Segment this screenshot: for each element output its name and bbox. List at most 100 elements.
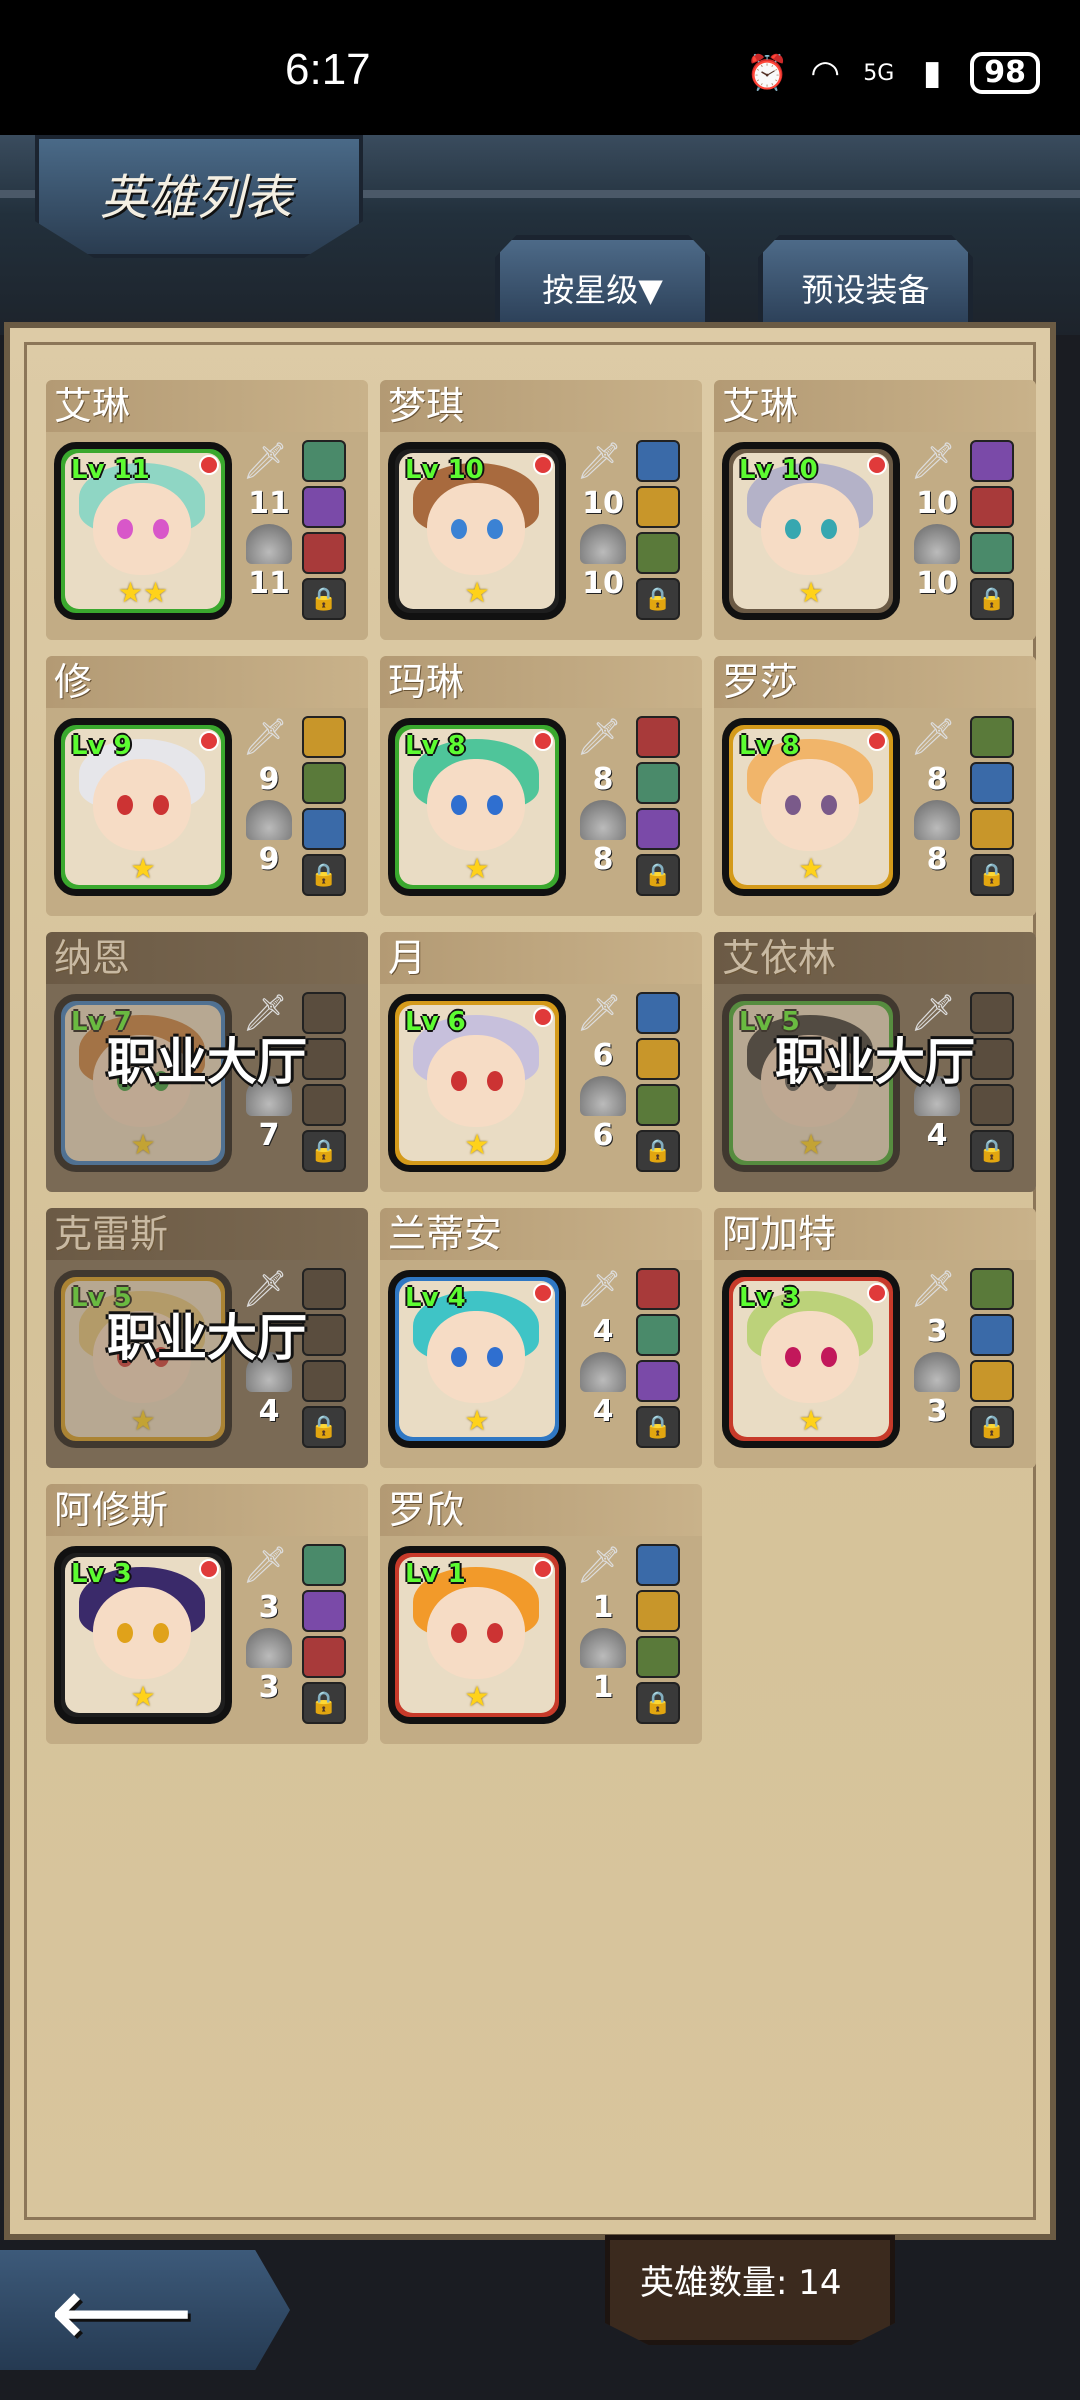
equipment-slot[interactable]: [636, 1314, 680, 1356]
hero-card[interactable]: 梦琪 Lv 10 ★ 🗡 10 10: [380, 380, 702, 640]
lock-icon[interactable]: [302, 1130, 346, 1172]
equipment-slot[interactable]: [636, 1636, 680, 1678]
hero-card[interactable]: 阿修斯 Lv 3 ★ 🗡 3 3: [46, 1484, 368, 1744]
equipment-slot[interactable]: [970, 1268, 1014, 1310]
hero-card[interactable]: 兰蒂安 Lv 4 ★ 🗡 4 4: [380, 1208, 702, 1468]
hero-name: 阿加特: [714, 1208, 1036, 1260]
equipment-slot[interactable]: [970, 716, 1014, 758]
hero-stats: 🗡 4 4: [576, 1268, 630, 1432]
equipment-slot[interactable]: [302, 1590, 346, 1632]
equipment-slot[interactable]: [302, 762, 346, 804]
equipment-slot[interactable]: [302, 440, 346, 482]
helmet-icon: [246, 800, 292, 840]
equipment-slot[interactable]: [636, 1038, 680, 1080]
hero-portrait[interactable]: Lv 10 ★: [388, 442, 566, 620]
equipment-slot[interactable]: [636, 992, 680, 1034]
hero-portrait[interactable]: Lv 4 ★: [388, 1270, 566, 1448]
equipment-slot[interactable]: [636, 1544, 680, 1586]
equipment-slot[interactable]: [970, 1314, 1014, 1356]
lock-icon[interactable]: [636, 1130, 680, 1172]
equipment-slot[interactable]: [636, 440, 680, 482]
equipment-slot[interactable]: [302, 1544, 346, 1586]
hero-eye: [785, 1347, 801, 1367]
hero-portrait[interactable]: Lv 8 ★: [388, 718, 566, 896]
hero-portrait[interactable]: Lv 11 ★★: [54, 442, 232, 620]
back-arrow-icon[interactable]: ⟵: [50, 2262, 193, 2362]
equipment-slots: [970, 440, 1016, 624]
hero-face: [427, 1311, 525, 1403]
hero-portrait[interactable]: Lv 3 ★: [54, 1546, 232, 1724]
hero-card[interactable]: 艾依林Lv 5★🗡4职业大厅: [714, 932, 1036, 1192]
hero-portrait[interactable]: Lv 10 ★: [722, 442, 900, 620]
lock-icon[interactable]: [970, 1406, 1014, 1448]
hero-card[interactable]: 罗莎 Lv 8 ★ 🗡 8 8: [714, 656, 1036, 916]
hero-card[interactable]: 罗欣 Lv 1 ★ 🗡 1 1: [380, 1484, 702, 1744]
equipment-slot[interactable]: [302, 716, 346, 758]
tab-sort-by-star[interactable]: 按星级▼: [495, 235, 710, 325]
hero-eye: [153, 795, 169, 815]
hero-portrait[interactable]: Lv 9 ★: [54, 718, 232, 896]
hero-stars: ★: [464, 576, 490, 609]
equipment-slots: [970, 716, 1016, 900]
equipment-slot[interactable]: [970, 808, 1014, 850]
hero-portrait[interactable]: Lv 6 ★: [388, 994, 566, 1172]
lock-icon[interactable]: [636, 1682, 680, 1724]
equipment-slot[interactable]: [970, 762, 1014, 804]
equipment-slot[interactable]: [970, 1360, 1014, 1402]
hero-portrait[interactable]: Lv 3 ★: [722, 1270, 900, 1448]
lock-icon[interactable]: [302, 578, 346, 620]
equipment-slot[interactable]: [636, 1590, 680, 1632]
equipment-slot[interactable]: [636, 808, 680, 850]
equipment-slot[interactable]: [970, 532, 1014, 574]
hero-card[interactable]: 纳恩Lv 7★🗡7职业大厅: [46, 932, 368, 1192]
equipment-slot[interactable]: [970, 486, 1014, 528]
tab-preset-equipment[interactable]: 预设装备: [758, 235, 973, 325]
lock-icon[interactable]: [302, 1406, 346, 1448]
hero-portrait[interactable]: Lv 8 ★: [722, 718, 900, 896]
equipment-slot[interactable]: [636, 716, 680, 758]
equipment-slot[interactable]: [636, 486, 680, 528]
hero-attack: 4: [592, 1314, 614, 1349]
equipment-slot[interactable]: [636, 1084, 680, 1126]
equipment-slot[interactable]: [636, 1268, 680, 1310]
hero-defense: 9: [258, 842, 280, 877]
notification-dot: [199, 455, 219, 475]
hero-card[interactable]: 玛琳 Lv 8 ★ 🗡 8 8: [380, 656, 702, 916]
equipment-slot[interactable]: [302, 808, 346, 850]
lock-icon[interactable]: [970, 1130, 1014, 1172]
equipment-slot[interactable]: [636, 1360, 680, 1402]
notification-dot: [199, 731, 219, 751]
hero-card[interactable]: 修 Lv 9 ★ 🗡 9 9: [46, 656, 368, 916]
equipment-slot[interactable]: [302, 532, 346, 574]
equipment-slot[interactable]: [970, 440, 1014, 482]
lock-icon[interactable]: [970, 578, 1014, 620]
hero-level: Lv 8: [739, 731, 800, 761]
hero-face: [93, 759, 191, 851]
helmet-icon: [580, 1076, 626, 1116]
lock-icon[interactable]: [302, 1682, 346, 1724]
equipment-slot[interactable]: [636, 762, 680, 804]
lock-icon[interactable]: [636, 578, 680, 620]
hero-portrait[interactable]: Lv 1 ★: [388, 1546, 566, 1724]
lock-icon[interactable]: [636, 854, 680, 896]
equipment-slot[interactable]: [302, 486, 346, 528]
equipment-slot[interactable]: [636, 532, 680, 574]
helmet-icon: [580, 524, 626, 564]
hero-card[interactable]: 月 Lv 6 ★ 🗡 6 6: [380, 932, 702, 1192]
wifi-icon: ◠: [810, 53, 841, 93]
hero-level: Lv 3: [739, 1283, 800, 1313]
hero-eye: [153, 519, 169, 539]
lock-icon[interactable]: [636, 1406, 680, 1448]
notification-dot: [533, 1007, 553, 1027]
alarm-icon: ⏰: [746, 53, 789, 93]
hero-card[interactable]: 克雷斯Lv 5★🗡4职业大厅: [46, 1208, 368, 1468]
hero-stats: 🗡 1 1: [576, 1544, 630, 1708]
hero-stats: 🗡 11 11: [242, 440, 296, 604]
hero-card[interactable]: 阿加特 Lv 3 ★ 🗡 3 3: [714, 1208, 1036, 1468]
hero-card[interactable]: 艾琳 Lv 10 ★ 🗡 10 10: [714, 380, 1036, 640]
lock-icon[interactable]: [302, 854, 346, 896]
hero-card[interactable]: 艾琳 Lv 11 ★★ 🗡 11 11: [46, 380, 368, 640]
lock-icon[interactable]: [970, 854, 1014, 896]
equipment-slot[interactable]: [302, 1636, 346, 1678]
hero-name: 玛琳: [380, 656, 702, 708]
